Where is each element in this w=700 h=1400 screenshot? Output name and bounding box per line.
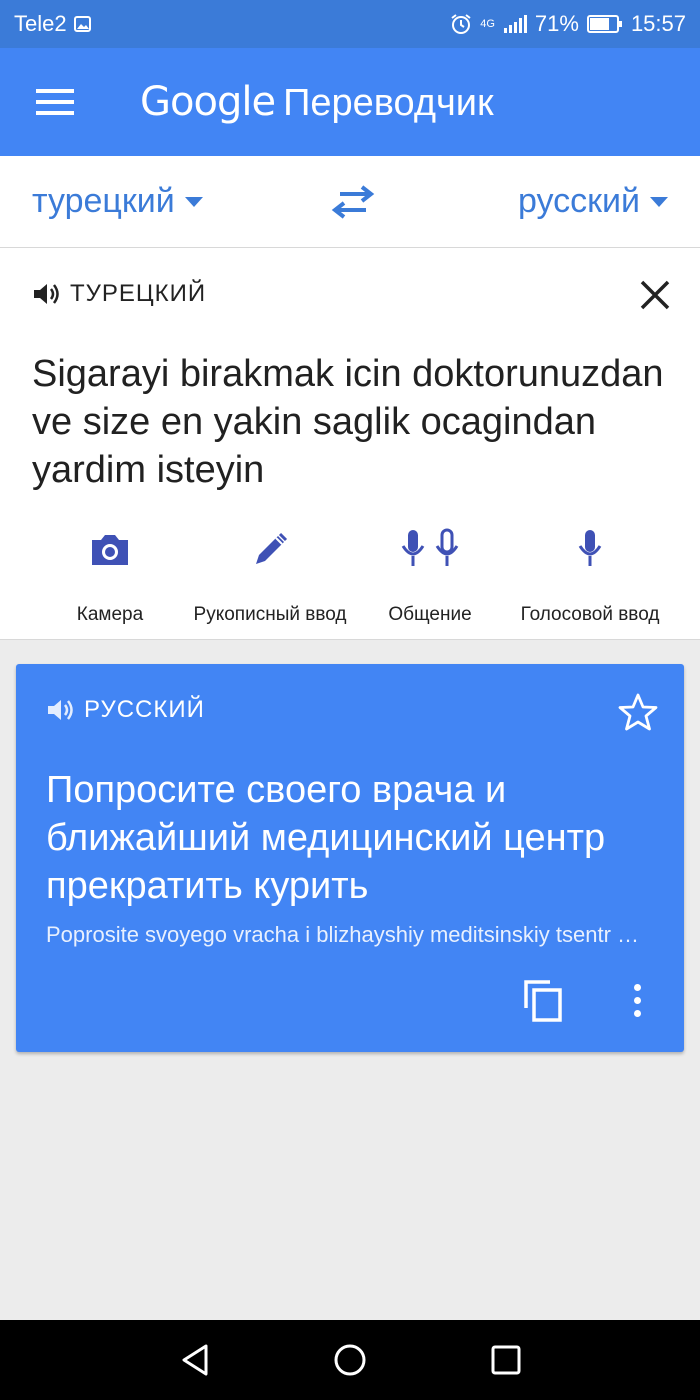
swap-languages-icon[interactable]	[330, 184, 376, 220]
dropdown-arrow-icon	[184, 196, 203, 207]
tool-label: Рукописный ввод	[193, 604, 347, 625]
star-icon[interactable]	[618, 692, 658, 732]
dropdown-arrow-icon	[650, 196, 668, 207]
source-text[interactable]: Sigarayi birakmak icin doktorunuzdan ve …	[32, 350, 672, 494]
brand-logo: Google	[140, 79, 276, 125]
target-language-label: русский	[517, 182, 640, 220]
result-language-label: РУССКИЙ	[84, 696, 205, 723]
clock: 15:57	[630, 11, 686, 36]
recent-apps-icon[interactable]	[486, 1340, 526, 1380]
menu-button[interactable]	[0, 48, 110, 156]
signal-icon	[503, 15, 527, 33]
conversation-tool-button[interactable]: Общение	[340, 526, 520, 626]
status-bar: Tele2 4G 71% 15:57	[0, 0, 700, 48]
app-title: Google Переводчик	[140, 79, 494, 125]
conversation-mic-icon	[401, 528, 459, 566]
more-options-button[interactable]	[622, 978, 652, 1022]
camera-tool-button[interactable]: Камера	[20, 526, 200, 626]
more-vert-icon	[633, 983, 641, 991]
source-language-label: турецкий	[32, 182, 175, 220]
input-tools: Камера Рукописный ввод Общение Голосовой…	[0, 526, 700, 626]
speaker-icon[interactable]	[46, 697, 74, 723]
transliteration-text: Poprosite svoyego vracha i blizhayshiy m…	[46, 922, 646, 947]
copy-icon[interactable]	[522, 978, 566, 1022]
network-type: 4G	[480, 18, 495, 30]
handwriting-tool-button[interactable]: Рукописный ввод	[180, 526, 360, 626]
voice-input-tool-button[interactable]: Голосовой ввод	[500, 526, 680, 626]
back-icon[interactable]	[176, 1340, 216, 1380]
home-icon[interactable]	[330, 1340, 370, 1380]
mic-icon	[578, 530, 602, 566]
input-language-header[interactable]: ТУРЕЦКИЙ	[32, 280, 206, 308]
battery-percent: 71%	[534, 11, 579, 36]
input-language-label: ТУРЕЦКИЙ	[70, 280, 207, 307]
speaker-icon[interactable]	[32, 281, 60, 307]
source-language-selector[interactable]: турецкий	[32, 182, 203, 221]
app-bar: Google Переводчик	[0, 48, 700, 156]
camera-icon	[92, 535, 128, 565]
battery-icon	[586, 15, 622, 33]
tool-label: Общение	[388, 604, 472, 625]
tool-label: Голосовой ввод	[520, 604, 660, 625]
translation-card[interactable]: РУССКИЙ Попросите своего врача и ближайш…	[16, 664, 684, 1052]
result-language-header[interactable]: РУССКИЙ	[46, 696, 205, 724]
tool-label: Камера	[76, 604, 144, 625]
hamburger-menu-icon	[36, 89, 74, 115]
translated-text: Попросите своего врача и ближайший медиц…	[46, 769, 606, 907]
input-card: ТУРЕЦКИЙ Sigarayi birakmak icin doktorun…	[0, 248, 700, 640]
system-navigation-bar	[0, 1320, 700, 1400]
location-photo-icon	[73, 16, 91, 32]
language-bar: турецкий русский	[0, 156, 700, 248]
alarm-icon	[451, 14, 471, 34]
pen-icon	[256, 532, 288, 564]
target-language-selector[interactable]: русский	[518, 182, 668, 221]
clear-input-icon[interactable]	[638, 278, 672, 312]
product-name: Переводчик	[283, 82, 494, 124]
carrier-label: Tele2	[14, 11, 67, 36]
